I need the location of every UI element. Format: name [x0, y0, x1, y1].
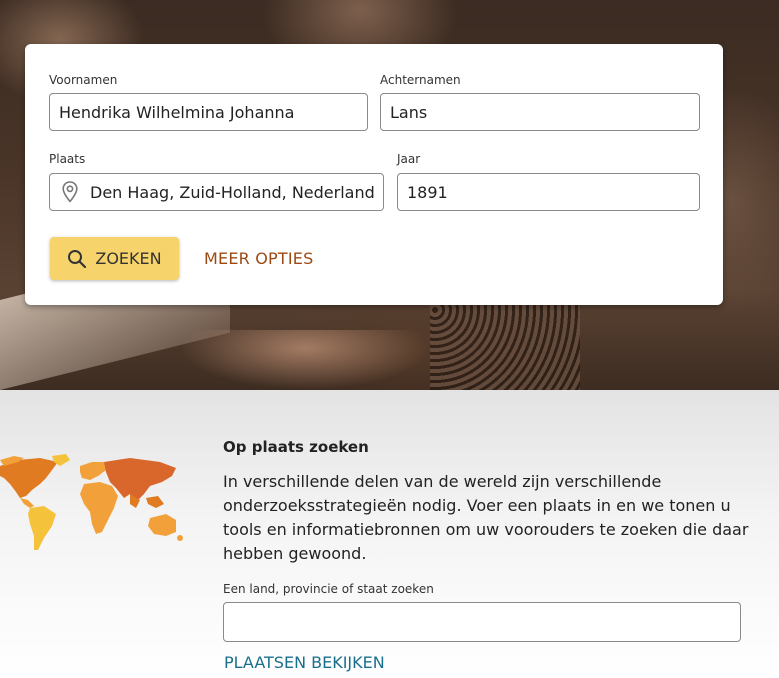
- year-field[interactable]: 1891: [397, 173, 700, 211]
- last-names-label: Achternamen: [380, 73, 461, 87]
- view-places-link[interactable]: PLAATSEN BEKIJKEN: [224, 653, 385, 672]
- last-names-field[interactable]: Lans: [380, 93, 700, 131]
- year-label: Jaar: [397, 152, 421, 166]
- place-field[interactable]: Den Haag, Zuid-Holland, Nederland: [49, 173, 384, 211]
- map-pin-icon: [62, 181, 78, 203]
- search-button[interactable]: ZOEKEN: [50, 237, 179, 280]
- place-value: Den Haag, Zuid-Holland, Nederland: [90, 182, 375, 202]
- search-icon: [68, 249, 87, 268]
- place-search-description: In verschillende delen van de wereld zij…: [223, 472, 749, 563]
- search-form-card: Voornamen Hendrika Wilhelmina Johanna Ac…: [25, 44, 723, 305]
- first-names-value: Hendrika Wilhelmina Johanna: [59, 102, 295, 122]
- country-search-label: Een land, provincie of staat zoeken: [223, 582, 434, 596]
- search-button-label: ZOEKEN: [95, 249, 162, 268]
- country-search-input[interactable]: [223, 602, 741, 642]
- hero-hands-shape: [180, 330, 430, 390]
- more-options-link[interactable]: MEER OPTIES: [204, 249, 313, 268]
- world-map-icon: [0, 454, 183, 550]
- first-names-field[interactable]: Hendrika Wilhelmina Johanna: [49, 93, 368, 131]
- last-names-value: Lans: [390, 102, 428, 122]
- first-names-label: Voornamen: [49, 73, 118, 87]
- place-search-heading: Op plaats zoeken: [223, 438, 369, 456]
- hero-fabric-shape: [430, 305, 580, 390]
- place-label: Plaats: [49, 152, 86, 166]
- year-value: 1891: [407, 182, 448, 202]
